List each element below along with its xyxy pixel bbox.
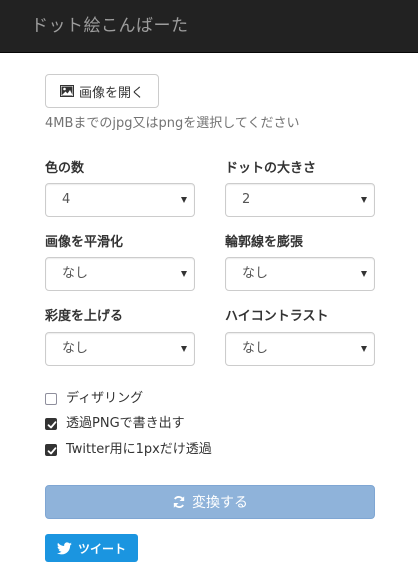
open-image-label: 画像を開く	[78, 85, 144, 101]
outline-expand-label: 輪郭線を膨張	[225, 235, 304, 250]
transparent-png-label: 透過PNGで書き出す	[66, 416, 185, 431]
chevron-down-icon	[361, 346, 367, 352]
chevron-down-icon	[361, 197, 367, 203]
convert-label: 変換する	[192, 495, 248, 511]
tweet-label: ツイート	[77, 541, 126, 556]
dot-size-value: 2	[242, 192, 251, 207]
twitter-1px-option[interactable]: Twitter用に1pxだけ透過	[45, 441, 212, 459]
high-contrast-select[interactable]: なし	[225, 332, 375, 366]
dithering-label: ディザリング	[66, 391, 144, 406]
convert-button[interactable]: 変換する	[45, 485, 375, 519]
chevron-down-icon	[181, 197, 187, 203]
high-contrast-value: なし	[242, 341, 269, 356]
smoothing-label: 画像を平滑化	[45, 235, 124, 250]
smoothing-select[interactable]: なし	[45, 257, 195, 291]
navbar: ドット絵こんばーた	[0, 0, 418, 53]
saturation-label: 彩度を上げる	[45, 309, 124, 324]
app-title[interactable]: ドット絵こんばーた	[31, 14, 189, 38]
chevron-down-icon	[181, 346, 187, 352]
open-image-button[interactable]: 画像を開く	[45, 74, 159, 108]
color-count-value: 4	[62, 192, 71, 207]
twitter-1px-checkbox[interactable]	[45, 444, 57, 456]
chevron-down-icon	[361, 271, 367, 277]
tweet-button[interactable]: ツイート	[45, 534, 138, 562]
file-hint: 4MBまでのjpg又はpngを選択してください	[45, 116, 300, 131]
smoothing-value: なし	[62, 266, 89, 281]
saturation-value: なし	[62, 341, 89, 356]
outline-expand-select[interactable]: なし	[225, 257, 375, 291]
high-contrast-label: ハイコントラスト	[225, 309, 329, 324]
transparent-png-option[interactable]: 透過PNGで書き出す	[45, 415, 185, 433]
color-count-label: 色の数	[45, 161, 85, 176]
refresh-icon	[173, 496, 185, 508]
chevron-down-icon	[181, 271, 187, 277]
twitter-1px-label: Twitter用に1pxだけ透過	[66, 442, 212, 457]
dithering-option[interactable]: ディザリング	[45, 390, 143, 408]
twitter-bird-icon	[56, 541, 72, 554]
color-count-select[interactable]: 4	[45, 183, 195, 217]
dot-size-select[interactable]: 2	[225, 183, 375, 217]
check-icon	[47, 447, 57, 455]
dithering-checkbox[interactable]	[45, 393, 57, 405]
dot-size-label: ドットの大きさ	[225, 161, 317, 176]
transparent-png-checkbox[interactable]	[45, 418, 57, 430]
saturation-select[interactable]: なし	[45, 332, 195, 366]
image-icon	[59, 85, 74, 97]
outline-expand-value: なし	[242, 266, 269, 281]
check-icon	[47, 421, 57, 429]
